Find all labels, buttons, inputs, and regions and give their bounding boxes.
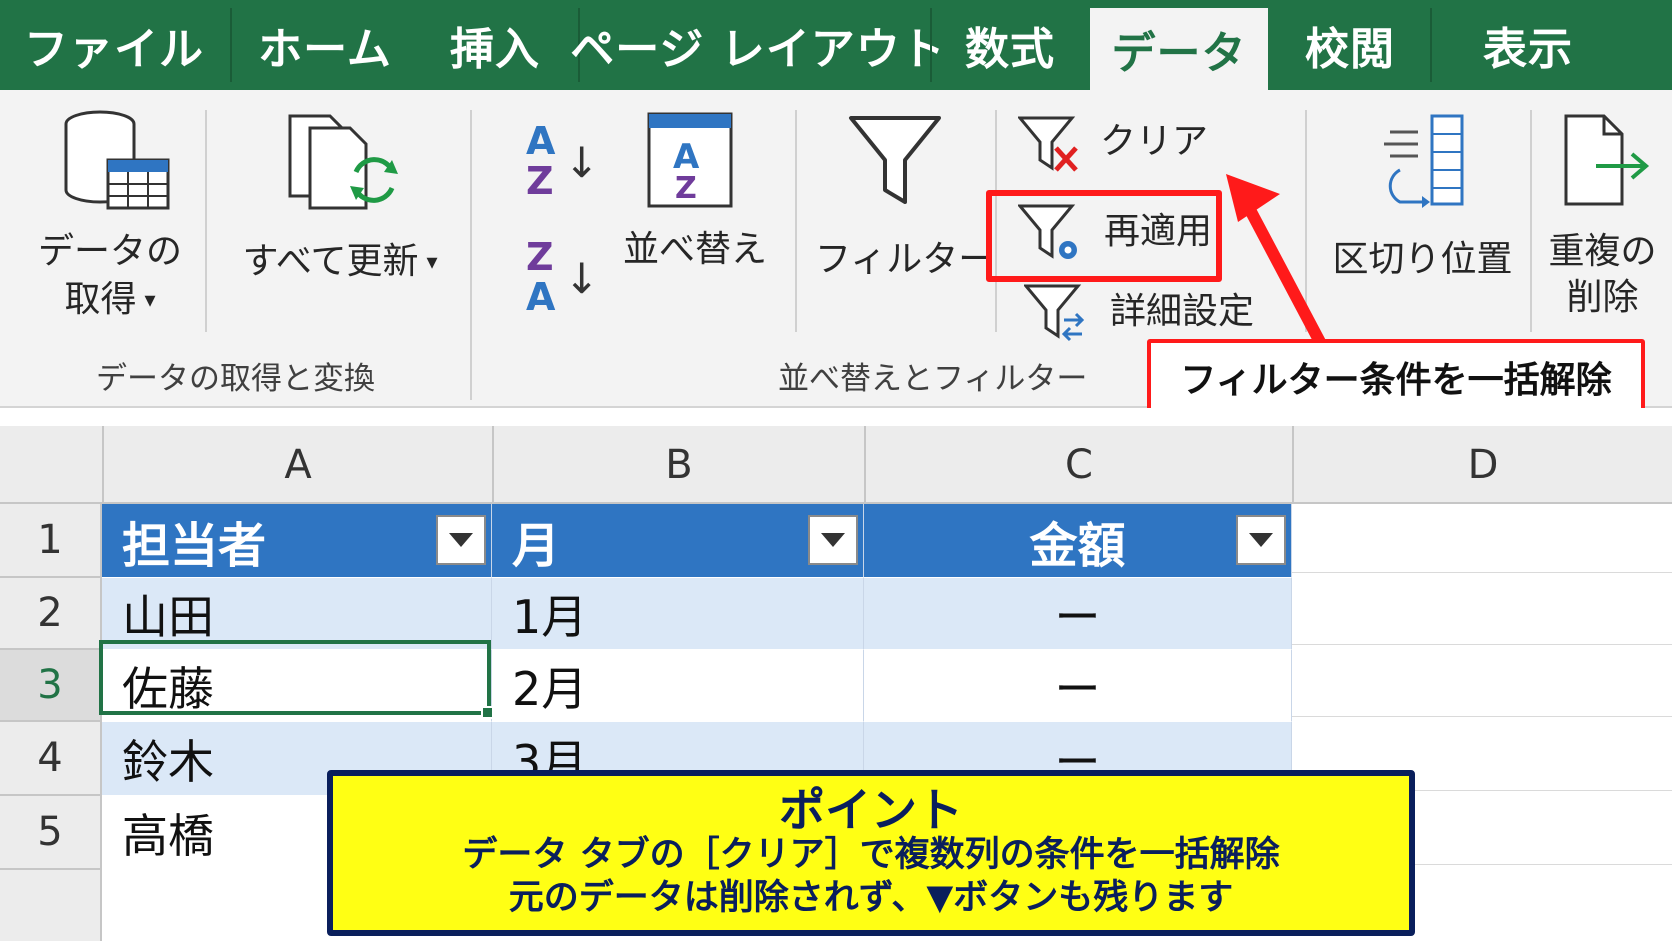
text-to-columns-button[interactable]: 区切り位置 [1325,110,1520,310]
active-cell-selection [99,640,491,715]
advanced-filter-icon [1024,284,1085,342]
point-title: ポイント [779,783,963,838]
tab-separator [1430,8,1432,82]
text-to-columns-icon [1384,114,1464,208]
gridline [1292,644,1672,645]
sort-za-top: Z [526,235,554,279]
clear-filter-icon [1018,116,1078,172]
refresh-icon [288,114,398,210]
callout-label: フィルター条件を一括解除 [1147,339,1645,415]
row-header-4[interactable]: 4 [0,722,100,796]
cell-c3[interactable]: ー [864,650,1292,722]
sort-button[interactable]: A Z 並べ替え [615,110,775,310]
ribbon-divider [205,110,207,332]
sort-dialog-icon: A Z [647,112,733,208]
cell-c2[interactable]: ー [864,578,1292,650]
arrow-down-icon: ↓ [564,254,600,303]
tab-view[interactable]: 表示 [1440,0,1616,90]
point-line-2: 元のデータは削除されず、▼ボタンも残ります [508,878,1234,919]
text-to-columns-label: 区切り位置 [1332,239,1513,280]
sort-az-top: A [526,119,556,163]
get-data-label-2: 取得 ▾ [64,279,156,320]
refresh-all-button[interactable]: すべて更新 ▾ [225,110,455,310]
arrow-down-icon: ↓ [564,138,600,187]
point-note-box: ポイント データ タブの［クリア］で複数列の条件を一括解除 元のデータは削除され… [327,770,1415,936]
sort-ascending-button[interactable]: A Z ↓ [520,122,600,207]
filter-label: フィルター [815,239,995,280]
point-line-1: データ タブの［クリア］で複数列の条件を一括解除 [462,835,1280,876]
get-data-label: データの [37,231,182,272]
svg-text:Z: Z [675,171,697,206]
cell-b3[interactable]: 2月 [492,650,864,722]
row-header-2[interactable]: 2 [0,578,100,650]
database-icon [64,110,170,210]
column-headers: A B C D [0,426,1672,504]
remove-duplicates-icon [1564,114,1650,206]
column-header-d[interactable]: D [1292,426,1672,504]
tab-home[interactable]: ホーム [232,0,418,90]
ribbon-divider [1530,110,1532,332]
cell-b2[interactable]: 1月 [492,578,864,650]
ribbon-tab-bar: ファイル ホーム 挿入 ページ レイアウト 数式 データ 校閲 表示 [0,0,1672,90]
remove-duplicates-label: 重複の [1548,231,1657,272]
clear-highlight-box [986,190,1222,282]
row-header-5[interactable]: 5 [0,796,100,870]
get-data-button[interactable]: データの 取得 ▾ [20,110,200,340]
header-label-person: 担当者 [122,517,267,574]
column-header-c[interactable]: C [864,426,1292,504]
refresh-all-label: すべて更新 ▾ [242,241,438,282]
fill-handle[interactable] [481,706,494,719]
row-header-3[interactable]: 3 [0,650,100,722]
filter-button[interactable]: フィルター [815,110,995,310]
row-header-1[interactable]: 1 [0,504,100,578]
remove-duplicates-button[interactable]: 重複の 削除 [1540,110,1665,320]
triangle-down-icon [1249,533,1273,547]
clear-button[interactable]: クリア [1010,108,1210,178]
cell-a1[interactable]: 担当者 [102,504,492,578]
sort-descending-button[interactable]: Z A ↓ [520,238,600,323]
filter-dropdown-b[interactable] [808,515,858,565]
cell-c1[interactable]: 金額 [864,504,1292,578]
sort-label: 並べ替え [622,229,767,270]
header-label-amount: 金額 [1029,517,1126,574]
tab-review[interactable]: 校閲 [1270,0,1430,90]
ribbon-divider [795,110,797,332]
filter-dropdown-a[interactable] [436,515,486,565]
chevron-down-icon: ▾ [144,287,156,313]
triangle-down-icon [449,533,473,547]
tab-formulas[interactable]: 数式 [932,0,1088,90]
tab-data[interactable]: データ [1090,8,1268,90]
filter-dropdown-c[interactable] [1236,515,1286,565]
group-label-sort-filter: 並べ替えとフィルター [778,361,1088,397]
triangle-down-icon [821,533,845,547]
callout-arrow-icon [1226,174,1326,345]
column-header-b[interactable]: B [492,426,864,504]
chevron-down-icon: ▾ [426,249,438,275]
header-label-month: 月 [512,517,561,574]
gridline [1292,572,1672,573]
gridline [1292,716,1672,717]
select-all-corner[interactable] [0,426,102,504]
ribbon-divider [470,110,472,400]
tab-page-layout[interactable]: ページ レイアウト [570,0,944,90]
tab-file[interactable]: ファイル [0,0,228,90]
row-headers: 1 2 3 4 5 [0,504,102,941]
column-header-a[interactable]: A [102,426,492,504]
tab-insert[interactable]: 挿入 [420,0,570,90]
filter-funnel-icon [849,116,941,204]
clear-label: クリア [1100,121,1209,162]
sort-az-bottom: Z [526,159,554,203]
sort-za-bottom: A [526,275,556,319]
remove-duplicates-label-2: 削除 [1566,277,1639,318]
group-label-get-transform: データの取得と変換 [96,361,375,397]
